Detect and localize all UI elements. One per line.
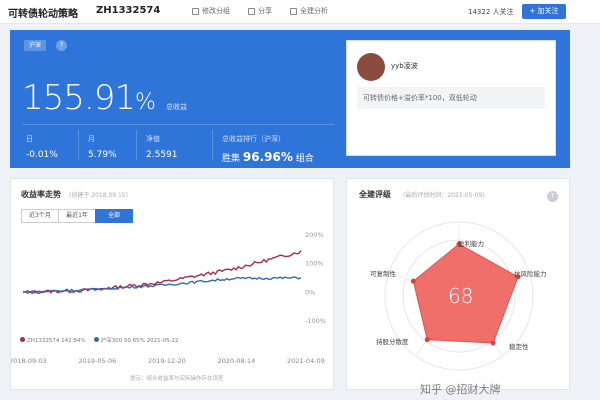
radar-point bbox=[424, 337, 430, 343]
performance-summary: 沪深 ? 155.91% 总收益 日 -0.01% 月 5.79% 净值 2.5… bbox=[10, 30, 570, 168]
watermark: 知乎 @招财大牌 bbox=[420, 383, 501, 396]
help-icon[interactable]: ? bbox=[56, 40, 67, 51]
analysis-label: 全建分析 bbox=[300, 7, 328, 15]
strategy-description: 可转债价格+溢价率*100，双低轮动 bbox=[357, 87, 545, 109]
x-tick-label: 2020-08-14 bbox=[218, 357, 256, 365]
return-trend-panel: 收益率走势 (创建于 2018.09.15) 近3个月 最近1年 全部 200%… bbox=[10, 178, 334, 390]
share-label: 分享 bbox=[258, 7, 272, 15]
x-tick-label: 2021-04-09 bbox=[287, 357, 325, 365]
legend-label-strategy: ZH1332574 142.84% bbox=[27, 337, 86, 344]
x-tick-label: 2019-12-20 bbox=[148, 357, 186, 365]
top-bar: 可转债轮动策略 ZH1332574 修改分组 分享 全建分析 14322 人关注… bbox=[0, 0, 600, 24]
rating-score: 68 bbox=[448, 284, 474, 308]
chart-note: 提示：组合收益率与实际操作存在误差 bbox=[130, 376, 224, 382]
series-line-benchmark bbox=[22, 276, 302, 294]
market-badge: 沪深 bbox=[24, 40, 46, 51]
analysis-link[interactable]: 全建分析 bbox=[290, 6, 328, 16]
series-line-strategy bbox=[22, 250, 302, 295]
total-return-value: 155.91 bbox=[22, 78, 136, 118]
rank-suffix: 组合 bbox=[295, 154, 314, 164]
net-value-label: 净值 bbox=[146, 135, 160, 143]
rank-stat: 总收益排行（沪深） 胜集 96.96% 组合 bbox=[222, 134, 314, 164]
strategy-code: ZH1332574 bbox=[96, 5, 161, 16]
x-tick-label: 2018-09-03 bbox=[11, 357, 47, 365]
rank-line: 胜集 96.96% 组合 bbox=[222, 150, 314, 164]
legend-item-strategy: ZH1332574 142.84% bbox=[20, 336, 86, 344]
radar-point bbox=[490, 340, 496, 346]
monthly-return-value: 5.79% bbox=[88, 150, 117, 160]
stat-divider bbox=[78, 130, 79, 160]
share-icon bbox=[248, 7, 255, 15]
radar-label-replicability: 可复制性 bbox=[370, 270, 396, 278]
follow-button[interactable]: + 加关注 bbox=[522, 4, 566, 19]
avatar[interactable] bbox=[357, 53, 385, 81]
edit-group-link[interactable]: 修改分组 bbox=[192, 6, 230, 16]
legend-label-benchmark: 沪深300 50.65% 2021-05-22 bbox=[100, 338, 179, 344]
daily-return-label: 日 bbox=[26, 135, 33, 143]
legend-dot-benchmark bbox=[93, 337, 99, 342]
hero-divider bbox=[22, 124, 334, 125]
rank-label: 总收益排行（沪深） bbox=[222, 135, 285, 143]
daily-return-stat: 日 -0.01% bbox=[26, 134, 58, 160]
author-card: yyb凌波 可转债价格+溢价率*100，双低轮动 bbox=[346, 40, 556, 156]
rank-value: 96.96% bbox=[242, 150, 293, 164]
y-tick-label: -100% bbox=[305, 317, 326, 325]
return-line-chart: 200% 100% 0% -100% 2018-09-03 2019-05-06 2019-… bbox=[11, 231, 326, 365]
radar-label-risk: 抗风险能力 bbox=[514, 270, 547, 278]
analysis-icon bbox=[290, 7, 297, 15]
radar-point bbox=[410, 278, 416, 284]
x-tick-label: 2019-05-06 bbox=[79, 357, 117, 365]
radar-label-stability: 稳定性 bbox=[509, 343, 529, 351]
monthly-return-stat: 月 5.79% bbox=[88, 134, 117, 160]
y-tick-label: 0% bbox=[305, 288, 315, 296]
radar-label-diversity: 持股分散度 bbox=[376, 338, 409, 346]
total-return-unit: % bbox=[134, 90, 156, 115]
strategy-title: 可转债轮动策略 bbox=[8, 9, 78, 20]
followers-count: 14322 人关注 bbox=[468, 8, 514, 16]
net-value-stat: 净值 2.5591 bbox=[146, 134, 178, 160]
y-tick-label: 200% bbox=[305, 231, 324, 239]
stat-divider bbox=[136, 130, 137, 160]
net-value-value: 2.5591 bbox=[146, 150, 178, 160]
y-tick-label: 100% bbox=[305, 260, 324, 268]
monthly-return-label: 月 bbox=[88, 135, 95, 143]
edit-icon bbox=[192, 7, 199, 15]
stat-divider bbox=[212, 130, 213, 160]
chart-legend: ZH1332574 142.84% 沪深300 50.65% 2021-05-2… bbox=[20, 336, 179, 344]
legend-dot-strategy bbox=[20, 336, 25, 342]
share-link[interactable]: 分享 bbox=[248, 6, 272, 16]
edit-group-label: 修改分组 bbox=[202, 7, 230, 15]
radar-label-profit: 盈利能力 bbox=[458, 240, 484, 248]
daily-return-value: -0.01% bbox=[26, 150, 58, 160]
author-name[interactable]: yyb凌波 bbox=[391, 61, 418, 71]
total-return-label: 总收益 bbox=[166, 103, 187, 111]
total-return: 155.91% bbox=[22, 78, 156, 118]
rank-prefix: 胜集 bbox=[222, 154, 241, 164]
legend-item-benchmark: 沪深300 50.65% 2021-05-22 bbox=[93, 336, 179, 344]
